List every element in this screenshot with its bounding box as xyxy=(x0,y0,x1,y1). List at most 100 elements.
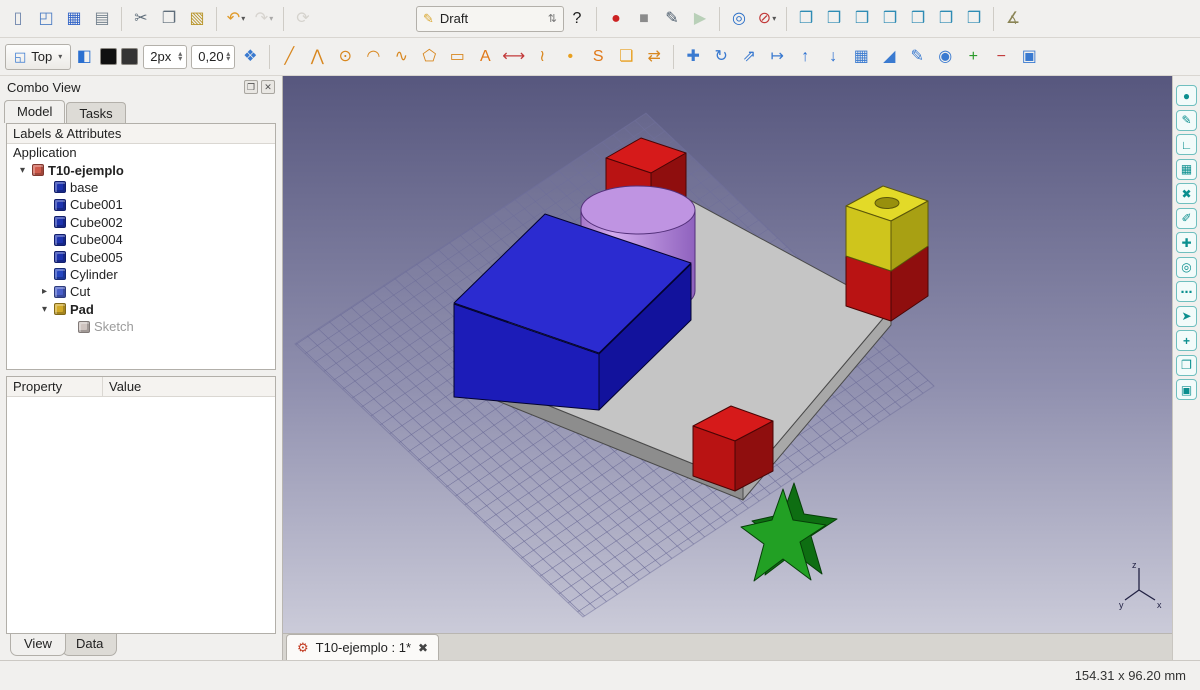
remove-point-icon[interactable]: − xyxy=(988,44,1014,70)
refresh-icon[interactable]: ⟳ xyxy=(290,6,316,32)
move-icon[interactable]: ✚ xyxy=(680,44,706,70)
draft-bspline-icon[interactable]: ∿ xyxy=(388,44,414,70)
cut-icon[interactable]: ✂ xyxy=(128,6,154,32)
measure-icon[interactable]: ∡ xyxy=(1000,6,1026,32)
tree-item[interactable]: ▾ Pad xyxy=(7,301,275,318)
edit-icon[interactable]: ✎ xyxy=(904,44,930,70)
grid-icon[interactable]: ▦ xyxy=(1176,159,1197,180)
lock-icon[interactable]: ● xyxy=(1176,85,1197,106)
view-right-icon[interactable]: ❒ xyxy=(877,6,903,32)
view-left-icon[interactable]: ❒ xyxy=(961,6,987,32)
tree-expand-arrow[interactable]: ▸ xyxy=(39,286,50,297)
view-rear-icon[interactable]: ❒ xyxy=(905,6,931,32)
view-top-icon[interactable]: ❒ xyxy=(849,6,875,32)
pencil-icon[interactable]: ✐ xyxy=(1176,208,1197,229)
undo-icon[interactable]: ↶▾ xyxy=(223,6,249,32)
select-icon[interactable]: ➤ xyxy=(1176,306,1197,327)
tree-item[interactable]: Cube005 xyxy=(7,248,275,265)
draft-polyline-icon[interactable]: ⋀ xyxy=(304,44,330,70)
edit-sketch-icon[interactable]: ✎ xyxy=(1176,110,1197,131)
tree-item[interactable]: ▾ T10-ejemplo xyxy=(7,161,275,178)
line-color-swatch[interactable] xyxy=(100,48,117,65)
macro-play-icon[interactable]: ▶ xyxy=(687,6,713,32)
draft-rectangle-icon[interactable]: ▭ xyxy=(444,44,470,70)
tree-item[interactable]: Cube001 xyxy=(7,196,275,213)
new-file-icon[interactable]: ▯ xyxy=(5,6,31,32)
tree-expand-arrow[interactable]: ▾ xyxy=(17,165,28,176)
view-bottom-icon[interactable]: ❒ xyxy=(933,6,959,32)
draw-style-icon[interactable]: ⊘▾ xyxy=(754,6,780,32)
draft-dimension-icon[interactable]: ⟷ xyxy=(500,44,527,70)
rotate-icon[interactable]: ↻ xyxy=(708,44,734,70)
document-tab[interactable]: ⚙ T10-ejemplo : 1* ✖ xyxy=(286,634,439,660)
tab-model[interactable]: Model xyxy=(4,100,65,123)
draft-facebinder-icon[interactable]: ❏ xyxy=(613,44,639,70)
draft-polygon-icon[interactable]: ⬠ xyxy=(416,44,442,70)
insert-icon[interactable]: + xyxy=(1176,330,1197,351)
tree-item[interactable]: base xyxy=(7,179,275,196)
view-section-icon[interactable]: ▣ xyxy=(1176,379,1197,400)
panel-float-icon[interactable]: ❐ xyxy=(244,80,258,94)
draft-text-icon[interactable]: A xyxy=(472,44,498,70)
more-tools-icon[interactable]: ⋯ xyxy=(1176,281,1197,302)
spinner-arrows[interactable]: ▴▾ xyxy=(176,52,184,62)
print-icon[interactable]: ▤ xyxy=(89,6,115,32)
trimex-icon[interactable]: ↦ xyxy=(764,44,790,70)
draft-circle-icon[interactable]: ⊙ xyxy=(332,44,358,70)
subelement-icon[interactable]: ◉ xyxy=(932,44,958,70)
draft-point-icon[interactable]: • xyxy=(557,44,583,70)
offset-icon[interactable]: ⇗ xyxy=(736,44,762,70)
spinner-arrows[interactable]: ▴▾ xyxy=(224,52,232,62)
construction-mode-icon[interactable]: ◧ xyxy=(71,44,97,70)
combo-spin-arrows[interactable]: ⇅ xyxy=(548,12,557,25)
tree-item-application[interactable]: Application xyxy=(7,144,275,161)
open-folder-icon[interactable]: ◰ xyxy=(33,6,59,32)
target-icon[interactable]: ◎ xyxy=(1176,257,1197,278)
tab-tasks[interactable]: Tasks xyxy=(66,102,125,123)
3d-viewport[interactable]: z y x xyxy=(283,76,1172,633)
tab-view[interactable]: View xyxy=(10,634,66,656)
autogroup-icon[interactable]: ❖ xyxy=(237,44,263,70)
view-front-icon[interactable]: ❒ xyxy=(821,6,847,32)
draft-shapestring-icon[interactable]: S xyxy=(585,44,611,70)
tree-item[interactable]: Cylinder xyxy=(7,266,275,283)
draft-arc-icon[interactable]: ◠ xyxy=(360,44,386,70)
close-document-icon[interactable]: ✖ xyxy=(418,641,428,655)
ruler-icon[interactable]: ∟ xyxy=(1176,134,1197,155)
workbench-selector[interactable]: ✎ Draft ⇅ xyxy=(416,6,564,32)
property-column-header[interactable]: Property xyxy=(7,377,103,396)
external-geometry-icon[interactable]: ❐ xyxy=(1176,355,1197,376)
add-geometry-icon[interactable]: ✚ xyxy=(1176,232,1197,253)
copy-icon[interactable]: ❐ xyxy=(156,6,182,32)
shape-color-swatch[interactable] xyxy=(121,48,138,65)
array-icon[interactable]: ▦ xyxy=(848,44,874,70)
working-plane-button[interactable]: ◱ Top ▾ xyxy=(5,44,71,70)
text-scale-spinner[interactable]: 0,20 ▴▾ xyxy=(191,45,235,69)
paste-icon[interactable]: ▧ xyxy=(184,6,210,32)
line-width-spinner[interactable]: 2px ▴▾ xyxy=(143,45,187,69)
save-icon[interactable]: ▦ xyxy=(61,6,87,32)
tree-item[interactable]: Cube004 xyxy=(7,231,275,248)
add-point-icon[interactable]: + xyxy=(960,44,986,70)
close-sketch-icon[interactable]: ✖ xyxy=(1176,183,1197,204)
panel-close-icon[interactable]: ✕ xyxy=(261,80,275,94)
zoom-fit-icon[interactable]: ◎ xyxy=(726,6,752,32)
value-column-header[interactable]: Value xyxy=(103,377,275,396)
draft-to-sketch-icon[interactable]: ⇄ xyxy=(641,44,667,70)
redo-icon[interactable]: ↷▾ xyxy=(251,6,277,32)
tree-item[interactable]: Cube002 xyxy=(7,214,275,231)
tab-data[interactable]: Data xyxy=(62,634,117,656)
viewport-canvas[interactable]: z y x xyxy=(283,76,1172,633)
tree-column-header[interactable]: Labels & Attributes xyxy=(7,124,275,144)
tree-expand-arrow[interactable]: ▾ xyxy=(39,304,50,315)
shape-2d-view-icon[interactable]: ▣ xyxy=(1016,44,1042,70)
downgrade-icon[interactable]: ↓ xyxy=(820,44,846,70)
macro-stop-icon[interactable]: ■ xyxy=(631,6,657,32)
view-axonometric-icon[interactable]: ❒ xyxy=(793,6,819,32)
tree-item[interactable]: ▸ Cut xyxy=(7,283,275,300)
draft-line-icon[interactable]: ╱ xyxy=(276,44,302,70)
tree-item[interactable]: Sketch xyxy=(7,318,275,335)
draft-bezier-icon[interactable]: ≀ xyxy=(529,44,555,70)
macro-edit-icon[interactable]: ✎ xyxy=(659,6,685,32)
macro-record-icon[interactable]: ● xyxy=(603,6,629,32)
